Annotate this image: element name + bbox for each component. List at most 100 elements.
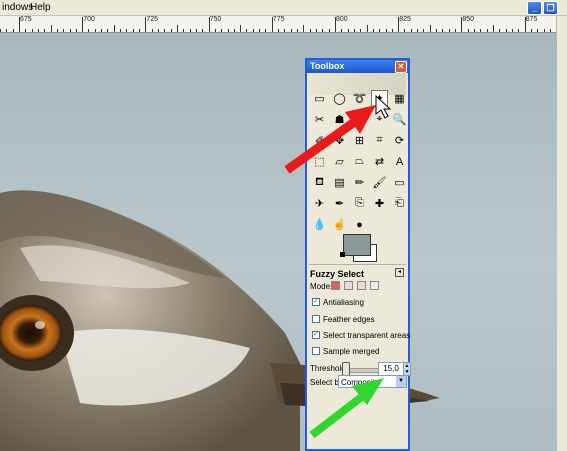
ruler-tick (183, 29, 185, 32)
flip-icon[interactable]: ⇄ (371, 153, 388, 170)
dodge-burn-icon[interactable]: ● (351, 216, 368, 233)
ruler-tick (37, 29, 39, 32)
blur-icon[interactable]: 💧 (311, 216, 328, 233)
image-canvas[interactable] (0, 33, 557, 451)
ruler-tick (524, 17, 526, 32)
move-icon[interactable]: ✥ (331, 132, 348, 149)
menu-help[interactable]: Help (30, 2, 51, 13)
clone-icon[interactable]: ⎘ (351, 195, 368, 212)
ruler-tick (499, 29, 501, 32)
ruler-tick (467, 29, 469, 32)
ruler-tick (170, 29, 172, 32)
threshold-slider-handle[interactable] (342, 362, 350, 376)
select-by-color-icon[interactable]: ▦ (391, 90, 408, 107)
toolbox-window: Toolbox ✕ ▭ ◯ ➰ ✦ ▦ ✂ ☗ ✒ ⌖ 🔍 ✐ ✥ ⊞ ⌗ ⟳ ⬚ ▱ ⏢ ⇄ A ⛾ ▤ ✏ 🖌 ▭ ✈ ✒ ⎘ ✚ ⎗… (305, 58, 411, 451)
ruler-tick (271, 17, 273, 32)
ruler-tick (107, 29, 109, 32)
ruler-tick (94, 29, 96, 32)
antialiasing-checkbox[interactable]: ✓ (312, 298, 320, 306)
perspective-icon[interactable]: ⏢ (351, 153, 368, 170)
ruler-tick (410, 29, 412, 32)
ruler-tick (461, 17, 463, 32)
lasso-icon[interactable]: ➰ (351, 90, 368, 107)
menu-windows[interactable]: indows (2, 2, 33, 13)
bird-image (0, 190, 440, 451)
ruler-tick (31, 29, 33, 32)
align-icon[interactable]: ⊞ (351, 132, 368, 149)
foreground-color-swatch[interactable] (343, 234, 371, 256)
ruler-tick (221, 29, 223, 32)
text-icon[interactable]: A (391, 153, 408, 170)
ruler-tick (417, 29, 419, 32)
measure-icon[interactable]: ✐ (311, 132, 328, 149)
ruler-tick (518, 29, 520, 32)
eraser-icon[interactable]: ▭ (391, 174, 408, 191)
threshold-spin-buttons[interactable]: ▲ ▼ (403, 362, 411, 376)
toolbox-titlebar[interactable]: Toolbox ✕ (307, 60, 408, 73)
ruler-tick (195, 29, 197, 32)
ruler-tick (284, 29, 286, 32)
ellipse-select-icon[interactable]: ◯ (331, 90, 348, 107)
ruler-tick (372, 29, 374, 32)
blend-icon[interactable]: ▤ (331, 174, 348, 191)
mode-add-icon[interactable] (344, 281, 353, 290)
ruler-tick (505, 29, 507, 32)
ruler-tick (126, 29, 128, 32)
ruler-tick (189, 29, 191, 32)
paintbrush-icon[interactable]: 🖌 (371, 174, 388, 191)
ruler-tick (455, 29, 457, 32)
ruler-tick (0, 29, 1, 32)
sample-merged-checkbox[interactable] (312, 347, 320, 355)
airbrush-icon[interactable]: ✈ (311, 195, 328, 212)
feather-edges-checkbox[interactable] (312, 315, 320, 323)
pencil-icon[interactable]: ✏ (351, 174, 368, 191)
feather-edges-label: Feather edges (323, 315, 375, 324)
crop-icon[interactable]: ⌗ (371, 132, 388, 149)
ruler-tick (448, 29, 450, 32)
ruler-label: 850 (462, 16, 475, 23)
foreground-select-icon[interactable]: ☗ (331, 111, 348, 128)
mode-intersect-icon[interactable] (370, 281, 379, 290)
scissors-icon[interactable]: ✂ (311, 111, 328, 128)
zoom-icon[interactable]: 🔍 (391, 111, 408, 128)
close-button[interactable]: ✕ (395, 61, 407, 73)
smudge-icon[interactable]: ☝ (331, 216, 348, 233)
ruler-tick (303, 25, 305, 32)
ruler-tick (385, 29, 387, 32)
tool-options-menu-icon[interactable]: ◂ (395, 268, 404, 277)
ruler-tick (265, 29, 267, 32)
ink-icon[interactable]: ✒ (331, 195, 348, 212)
ruler-tick (82, 17, 84, 32)
ruler-tick (18, 17, 20, 32)
select-by-dropdown[interactable]: Composite ▼ (338, 375, 407, 388)
mode-subtract-icon[interactable] (357, 281, 366, 290)
heal-icon[interactable]: ✚ (371, 195, 388, 212)
ruler-tick (537, 29, 539, 32)
ruler-tick (328, 29, 330, 32)
chevron-down-icon[interactable]: ▼ (396, 376, 406, 387)
ruler-tick (379, 29, 381, 32)
default-colors-icon[interactable] (340, 252, 345, 257)
ruler-tick (25, 29, 27, 32)
fuzzy-select-icon[interactable]: ✦ (371, 90, 388, 107)
vertical-scrollbar[interactable] (556, 16, 567, 451)
select-transparent-checkbox[interactable]: ✓ (312, 331, 320, 339)
mode-replace-icon[interactable] (331, 281, 340, 290)
ruler-tick (278, 29, 280, 32)
threshold-input[interactable]: 15,0 (378, 362, 404, 376)
shear-icon[interactable]: ▱ (331, 153, 348, 170)
perspective-clone-icon[interactable]: ⎗ (391, 195, 408, 212)
ruler-tick (214, 29, 216, 32)
ruler-tick (290, 29, 292, 32)
rotate-icon[interactable]: ⟳ (391, 132, 408, 149)
color-picker-icon[interactable]: ⌖ (371, 111, 388, 128)
ruler-tick (511, 29, 513, 32)
bucket-fill-icon[interactable]: ⛾ (311, 174, 328, 191)
scale-icon[interactable]: ⬚ (311, 153, 328, 170)
restore-button[interactable]: ❐ (543, 1, 558, 15)
mode-label: Mode: (310, 282, 333, 291)
rect-select-icon[interactable]: ▭ (311, 90, 328, 107)
minimize-button[interactable]: _ (527, 1, 542, 15)
ruler-tick (158, 29, 159, 32)
paths-icon[interactable]: ✒ (351, 111, 368, 128)
